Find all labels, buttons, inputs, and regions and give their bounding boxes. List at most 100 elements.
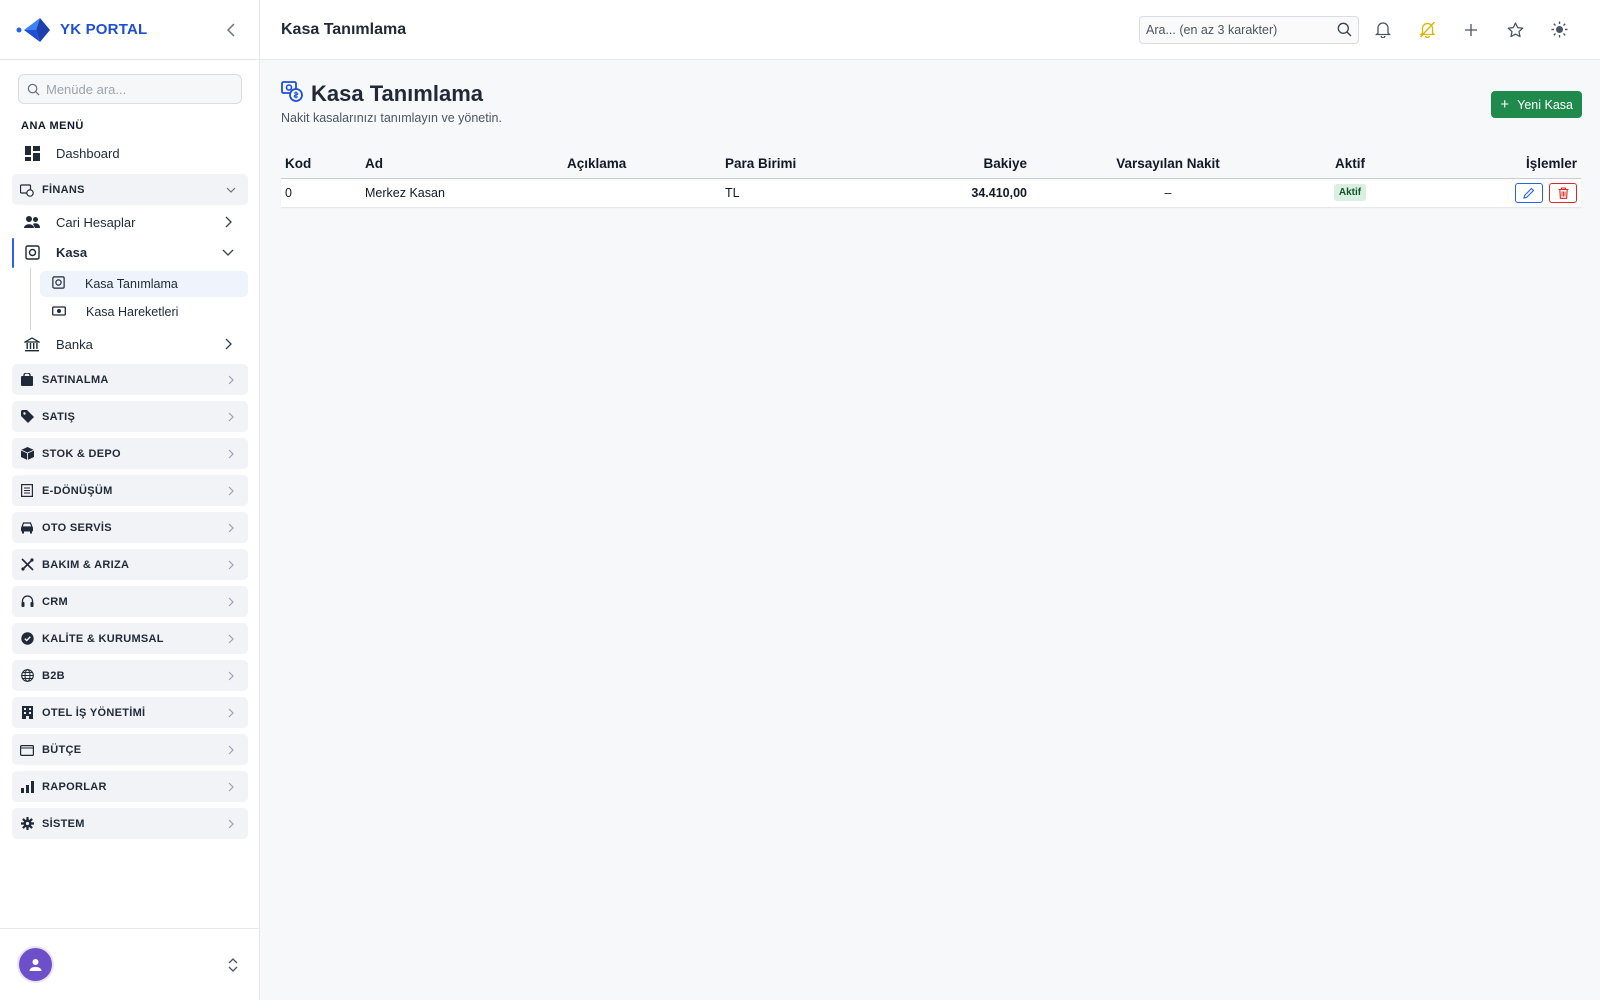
- sidebar: YK PORTAL ANA MENÜ Dashboard FİNANS Cari…: [0, 0, 260, 1000]
- sidebar-item-kasa[interactable]: Kasa: [12, 237, 248, 267]
- brand-name: YK PORTAL: [60, 21, 148, 38]
- sidebar-group-otel-is-yonetimi[interactable]: OTEL İŞ YÖNETİMİ: [12, 697, 248, 728]
- gear-icon: [20, 817, 34, 831]
- user-icon: [29, 959, 42, 971]
- chevron-up-down-icon[interactable]: [226, 957, 240, 973]
- chevron-right-icon: [226, 523, 236, 533]
- chevron-right-icon: [226, 449, 236, 459]
- sidebar-item-dashboard[interactable]: Dashboard: [12, 138, 248, 168]
- box-icon: [20, 447, 34, 461]
- new-kasa-button[interactable]: + Yeni Kasa: [1491, 91, 1582, 118]
- sidebar-group-label: SATINALMA: [42, 373, 109, 386]
- sidebar-group-raporlar[interactable]: RAPORLAR: [12, 771, 248, 802]
- col-ad[interactable]: Ad: [361, 150, 563, 179]
- bell-off-icon: [1418, 21, 1436, 38]
- sidebar-item-kasa-tanimlama[interactable]: Kasa Tanımlama: [40, 271, 248, 297]
- sidebar-group-butce[interactable]: BÜTÇE: [12, 734, 248, 765]
- submenu-line: [30, 268, 31, 330]
- new-kasa-label: Yeni Kasa: [1517, 97, 1573, 112]
- global-search-input[interactable]: [1146, 22, 1326, 37]
- sidebar-item-label: Cari Hesaplar: [56, 214, 136, 230]
- cell-aciklama: [563, 178, 721, 208]
- sidebar-item-banka[interactable]: Banka: [12, 329, 248, 359]
- tools-icon: [20, 558, 34, 572]
- cell-kod: 0: [281, 178, 361, 208]
- plus-icon: +: [1500, 96, 1510, 113]
- chevron-right-icon: [226, 782, 236, 792]
- tag-icon: [20, 410, 34, 424]
- notifications-button[interactable]: [1363, 10, 1403, 50]
- page-title: Kasa Tanımlama: [311, 80, 484, 106]
- sidebar-group-b2b[interactable]: B2B: [12, 660, 248, 691]
- sidebar-group-label: CRM: [42, 595, 68, 608]
- chevron-right-icon: [226, 708, 236, 718]
- safe-icon: [24, 244, 40, 260]
- delete-button[interactable]: [1549, 182, 1577, 203]
- sidebar-footer: [0, 928, 259, 1000]
- main-content: Kasa Tanımlama Nakit kasalarınızı tanıml…: [281, 60, 1582, 208]
- status-badge: Aktif: [1333, 184, 1367, 201]
- collapse-sidebar-icon[interactable]: [219, 18, 243, 42]
- global-search[interactable]: [1139, 15, 1359, 44]
- pencil-icon: [1523, 187, 1535, 199]
- page-header: Kasa Tanımlama Nakit kasalarınızı tanıml…: [281, 60, 1582, 150]
- chevron-right-icon: [222, 216, 234, 228]
- add-button[interactable]: [1451, 10, 1491, 50]
- badge-check-icon: [20, 632, 34, 646]
- search-icon[interactable]: [1337, 22, 1352, 37]
- sidebar-group-oto-servis[interactable]: OTO SERVİS: [12, 512, 248, 543]
- table-row[interactable]: 0 Merkez Kasan TL 34.410,00 – Aktif: [281, 178, 1581, 208]
- page-title-wrap: Kasa Tanımlama: [281, 80, 483, 107]
- globe-icon: [20, 669, 34, 683]
- sidebar-item-cari-hesaplar[interactable]: Cari Hesaplar: [12, 207, 248, 237]
- menu-search[interactable]: [18, 74, 242, 104]
- sidebar-item-label: Banka: [56, 336, 93, 352]
- sidebar-group-bakim-ariza[interactable]: BAKIM & ARIZA: [12, 549, 248, 580]
- menu-search-input[interactable]: [46, 81, 226, 97]
- sidebar-group-stok-depo[interactable]: STOK & DEPO: [12, 438, 248, 469]
- col-aktif[interactable]: Aktif: [1305, 150, 1395, 179]
- sidebar-group-e-donusum[interactable]: E-DÖNÜŞÜM: [12, 475, 248, 506]
- sidebar-group-kalite-kurumsal[interactable]: KALİTE & KURUMSAL: [12, 623, 248, 654]
- theme-toggle-button[interactable]: [1539, 10, 1579, 50]
- bar-chart-icon: [20, 780, 34, 794]
- edit-button[interactable]: [1515, 182, 1543, 203]
- sidebar-item-label: Kasa: [56, 244, 88, 260]
- favorites-button[interactable]: [1495, 10, 1535, 50]
- sidebar-group-label: BAKIM & ARIZA: [42, 558, 130, 571]
- cell-aktif: Aktif: [1305, 178, 1395, 208]
- sidebar-group-satis[interactable]: SATIŞ: [12, 401, 248, 432]
- mute-notifications-button[interactable]: [1407, 10, 1447, 50]
- trash-icon: [1558, 186, 1568, 199]
- col-bakiye[interactable]: Bakiye: [871, 150, 1031, 179]
- sidebar-item-kasa-hareketleri[interactable]: Kasa Hareketleri: [40, 299, 248, 325]
- safe-icon: [52, 276, 65, 292]
- section-title: ANA MENÜ: [21, 120, 84, 132]
- chevron-right-icon: [222, 338, 234, 350]
- sidebar-group-label: SATIŞ: [42, 410, 76, 423]
- yk-portal-logo-icon: [16, 14, 50, 46]
- col-aciklama[interactable]: Açıklama: [563, 150, 721, 179]
- topbar-title: Kasa Tanımlama: [281, 20, 407, 38]
- table-header: Kod Ad Açıklama Para Birimi Bakiye Varsa…: [281, 150, 1581, 179]
- col-varsayilan-nakit[interactable]: Varsayılan Nakit: [1031, 150, 1305, 179]
- cell-bakiye: 34.410,00: [871, 178, 1031, 208]
- plus-icon: [1465, 23, 1477, 36]
- cash-icon: [52, 305, 66, 320]
- bank-icon: [24, 336, 40, 352]
- brand: YK PORTAL: [0, 0, 259, 60]
- sidebar-group-satinalma[interactable]: SATINALMA: [12, 364, 248, 395]
- col-para-birimi[interactable]: Para Birimi: [721, 150, 871, 179]
- sidebar-group-label: B2B: [42, 669, 65, 682]
- cash-register-icon: [281, 80, 303, 107]
- sidebar-group-crm[interactable]: CRM: [12, 586, 248, 617]
- sidebar-group-finans[interactable]: FİNANS: [12, 174, 248, 205]
- cell-para-birimi: TL: [721, 178, 871, 208]
- col-kod[interactable]: Kod: [281, 150, 361, 179]
- cell-islemler: [1395, 178, 1581, 208]
- user-avatar[interactable]: [19, 948, 52, 981]
- sidebar-group-sistem[interactable]: SİSTEM: [12, 808, 248, 839]
- building-icon: [20, 706, 34, 720]
- finance-icon: [20, 183, 34, 197]
- cell-ad: Merkez Kasan: [361, 178, 563, 208]
